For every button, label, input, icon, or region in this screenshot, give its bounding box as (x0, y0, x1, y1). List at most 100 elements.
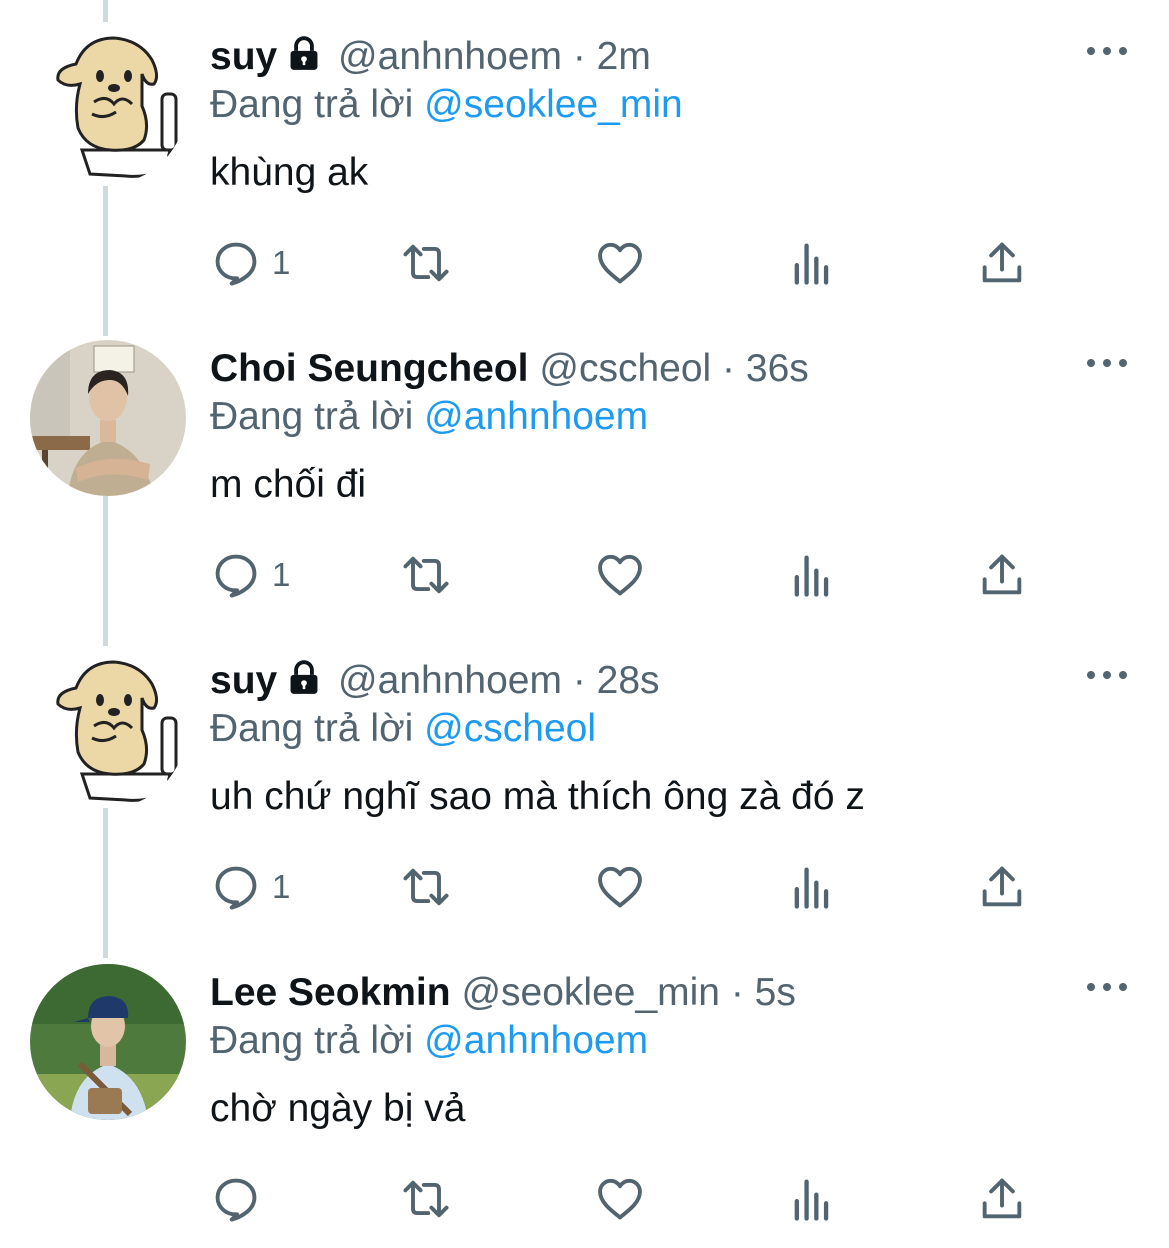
analytics-icon (794, 555, 829, 597)
separator: · (572, 659, 586, 702)
tweet-text: m chối đi (210, 463, 367, 506)
like-button[interactable] (594, 236, 646, 290)
retweet-button[interactable] (400, 236, 452, 290)
retweet-button[interactable] (400, 860, 452, 914)
heart-icon (598, 242, 642, 284)
replying-to: Đang trả lời @anhnhoem (210, 1016, 648, 1066)
reply-button[interactable] (210, 1172, 272, 1226)
dog-avatar-icon (56, 660, 178, 802)
tweet-text: uh chứ nghĩ sao mà thích ông zà đó z (210, 775, 865, 818)
more-options-icon[interactable] (1087, 40, 1127, 62)
replying-to-label: Đang trả lời (210, 707, 414, 750)
replying-to: Đang trả lời @cscheol (210, 704, 596, 754)
avatar[interactable] (30, 964, 186, 1120)
reply-count: 1 (272, 556, 291, 593)
analytics-icon (794, 243, 829, 285)
tweet-header: suy @anhnhoem · 2m (210, 32, 1089, 86)
heart-icon (598, 1178, 642, 1220)
timestamp[interactable]: 2m (597, 35, 651, 78)
avatar[interactable] (30, 28, 186, 184)
replying-to-label: Đang trả lời (210, 83, 414, 126)
tweet[interactable]: suy @anhnhoem · 2m Đang trả lời @seoklee… (0, 0, 1169, 312)
reply-count: 1 (272, 244, 291, 281)
retweet-icon (403, 1180, 449, 1218)
tweet[interactable]: Choi Seungcheol @cscheol · 36s Đang trả … (0, 312, 1169, 624)
replying-to-label: Đang trả lời (210, 1019, 414, 1062)
tweet-header: Lee Seokmin @seoklee_min · 5s (210, 968, 1089, 1018)
tweet-header: suy @anhnhoem · 28s (210, 656, 1089, 710)
share-button[interactable] (976, 548, 1028, 602)
retweet-icon (403, 244, 449, 282)
timestamp[interactable]: 5s (755, 971, 796, 1014)
heart-icon (598, 866, 642, 908)
like-button[interactable] (594, 860, 646, 914)
avatar[interactable] (30, 340, 186, 496)
views-button[interactable] (786, 860, 838, 914)
share-icon (982, 554, 1022, 595)
replying-to: Đang trả lời @seoklee_min (210, 80, 683, 130)
lock-icon (285, 659, 323, 710)
reply-icon (215, 554, 257, 598)
tweet-text: khùng ak (210, 151, 369, 194)
action-bar (210, 1172, 1050, 1226)
analytics-icon (794, 1179, 829, 1221)
action-bar: 1 (210, 860, 1050, 914)
reply-button[interactable]: 1 (210, 548, 290, 602)
man-avatar-icon (30, 340, 186, 496)
action-bar: 1 (210, 236, 1050, 290)
reply-button[interactable]: 1 (210, 236, 290, 290)
man-with-cap-avatar-icon (30, 964, 186, 1120)
display-name[interactable]: suy (210, 659, 277, 702)
dog-avatar-icon (56, 36, 178, 178)
share-button[interactable] (976, 1172, 1028, 1226)
username-handle[interactable]: @anhnhoem (338, 659, 562, 702)
username-handle[interactable]: @seoklee_min (461, 971, 720, 1014)
share-icon (982, 866, 1022, 907)
reply-icon (215, 242, 257, 286)
separator: · (572, 35, 586, 78)
more-options-icon[interactable] (1087, 352, 1127, 374)
mention-link[interactable]: @cscheol (424, 707, 596, 750)
username-handle[interactable]: @cscheol (539, 347, 711, 390)
display-name[interactable]: Choi Seungcheol (210, 347, 529, 390)
timestamp[interactable]: 28s (597, 659, 660, 702)
reply-count: 1 (272, 868, 291, 905)
replying-to: Đang trả lời @anhnhoem (210, 392, 648, 442)
tweet[interactable]: suy @anhnhoem · 28s Đang trả lời @cscheo… (0, 624, 1169, 936)
share-button[interactable] (976, 236, 1028, 290)
retweet-icon (403, 556, 449, 594)
replying-to-label: Đang trả lời (210, 395, 414, 438)
share-icon (982, 242, 1022, 283)
like-button[interactable] (594, 548, 646, 602)
separator: · (730, 971, 744, 1014)
mention-link[interactable]: @anhnhoem (424, 1019, 648, 1062)
tweet[interactable]: Lee Seokmin @seoklee_min · 5s Đang trả l… (0, 936, 1169, 1248)
share-icon (982, 1178, 1022, 1219)
reply-icon (215, 866, 257, 910)
mention-link[interactable]: @seoklee_min (424, 83, 683, 126)
views-button[interactable] (786, 1172, 838, 1226)
heart-icon (598, 554, 642, 596)
tweet-text: chờ ngày bị vả (210, 1087, 466, 1130)
tweet-header: Choi Seungcheol @cscheol · 36s (210, 344, 1089, 394)
like-button[interactable] (594, 1172, 646, 1226)
share-button[interactable] (976, 860, 1028, 914)
views-button[interactable] (786, 236, 838, 290)
avatar[interactable] (30, 652, 186, 808)
reply-icon (215, 1178, 257, 1222)
action-bar: 1 (210, 548, 1050, 602)
username-handle[interactable]: @anhnhoem (338, 35, 562, 78)
mention-link[interactable]: @anhnhoem (424, 395, 648, 438)
timestamp[interactable]: 36s (746, 347, 809, 390)
display-name[interactable]: suy (210, 35, 277, 78)
reply-button[interactable]: 1 (210, 860, 290, 914)
retweet-button[interactable] (400, 1172, 452, 1226)
retweet-icon (403, 868, 449, 906)
display-name[interactable]: Lee Seokmin (210, 971, 451, 1014)
more-options-icon[interactable] (1087, 976, 1127, 998)
separator: · (722, 347, 736, 390)
lock-icon (285, 35, 323, 86)
retweet-button[interactable] (400, 548, 452, 602)
more-options-icon[interactable] (1087, 664, 1127, 686)
views-button[interactable] (786, 548, 838, 602)
